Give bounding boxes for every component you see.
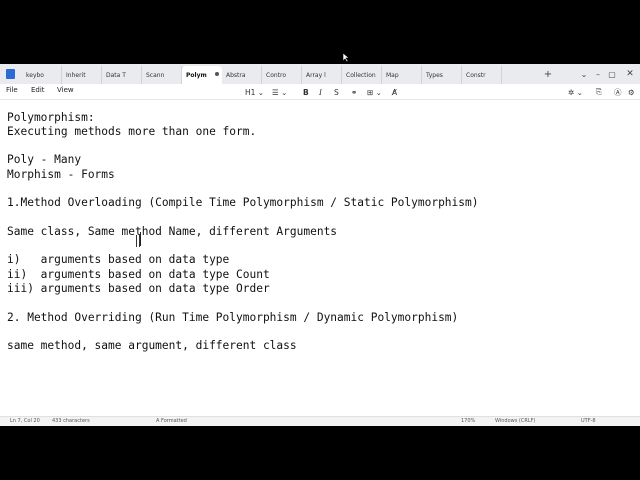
zoom-level[interactable]: 170% [461,418,475,424]
bold-button[interactable]: B [303,86,309,98]
tab-8[interactable]: Collections [342,66,382,84]
text-caret [140,232,141,246]
link-button[interactable]: ⚭ [351,86,357,98]
line-endings[interactable]: Windows (CRLF) [495,418,535,424]
settings-gear-icon[interactable]: ⚙ [628,86,635,98]
tab-7[interactable]: Array l [302,66,342,84]
document-line: 1.Method Overloading (Compile Time Polym… [7,196,479,209]
menu-bar: File Edit View H1 ⌄ ☰ ⌄ B I S ⚭ ⊞ ⌄ A̸ ✲… [0,84,640,100]
tab-label: Types [426,71,443,79]
tab-4[interactable]: Polym [182,66,222,84]
mouse-cursor-icon [342,52,350,62]
format-mode[interactable]: A Formatted [156,418,187,424]
strikethrough-button[interactable]: S [334,86,339,98]
document-line: same method, same argument, different cl… [7,339,297,352]
notepad-window: keybo Inherit Data T Scann Polym Abstra Contro… [0,64,640,426]
tab-label: Inherit [66,71,86,79]
document-line: Morphism - Forms [7,168,115,181]
text-editor[interactable]: Polymorphism: Executing methods more than… [0,101,640,413]
document-line: Executing methods more than one form. [7,125,257,138]
document-line: ii) arguments based on data type Count [7,268,270,281]
tab-bar: keybo Inherit Data T Scann Polym Abstra Contro… [0,64,640,84]
tab-6[interactable]: Contro [262,66,302,84]
encoding[interactable]: UTF-8 [581,418,596,424]
italic-button[interactable]: I [319,86,322,98]
document-line: 2. Method Overriding (Run Time Polymorph… [7,311,459,324]
close-button[interactable]: ✕ [622,64,638,84]
tab-10[interactable]: Types [422,66,462,84]
tab-label: Abstra [226,71,246,79]
letterbox-bottom [0,426,640,480]
tab-label: keybo [26,71,44,79]
tab-label: Array l [306,71,326,79]
tab-label: Data T [106,71,126,79]
tab-9[interactable]: Map [382,66,422,84]
list-dropdown-button[interactable]: ☰ ⌄ [272,86,287,98]
tab-label: Map [386,71,399,79]
unsaved-dot-icon [215,72,219,76]
letterbox-top [0,0,640,64]
tab-3[interactable]: Scann [142,66,182,84]
menu-file[interactable]: File [6,86,18,94]
tab-0[interactable]: keybo [22,66,62,84]
copilot-dropdown-button[interactable]: ✲ ⌄ [568,86,583,98]
menu-view[interactable]: View [57,86,74,94]
tab-11[interactable]: Constr [462,66,502,84]
tab-label: Scann [146,71,165,79]
account-avatar-icon[interactable]: Ⓐ [614,86,622,98]
tab-label: Collections [346,71,376,79]
table-dropdown-button[interactable]: ⊞ ⌄ [367,86,382,98]
document-line: Polymorphism: [7,111,95,124]
menu-edit[interactable]: Edit [31,86,45,94]
document-line: Poly - Many [7,153,82,166]
tab-strip: keybo Inherit Data T Scann Polym Abstra Contro… [22,66,502,84]
notepad-app-icon [3,64,17,84]
clear-formatting-button[interactable]: A̸ [392,86,397,98]
maximize-button[interactable]: ▢ [604,64,620,84]
tab-label: Polym [186,71,207,79]
ibeam-cursor-icon [136,235,140,247]
tab-1[interactable]: Inherit [62,66,102,84]
new-tab-button[interactable]: + [540,64,556,84]
tab-label: Constr [466,71,486,79]
cursor-position: Ln 7, Col 20 [10,418,40,424]
tab-label: Contro [266,71,287,79]
document-line: iii) arguments based on data type Order [7,282,270,295]
tab-list-chevron-icon[interactable]: ⌄ [578,64,590,84]
character-count: 433 characters [52,418,90,424]
tab-2[interactable]: Data T [102,66,142,84]
share-icon[interactable]: ⎘ [596,86,602,98]
document-line: Same class, Same method Name, different … [7,225,338,238]
document-line: i) arguments based on data type [7,253,230,266]
status-bar: Ln 7, Col 20 433 characters A Formatted … [0,416,640,426]
heading-dropdown-button[interactable]: H1 ⌄ [245,86,264,98]
tab-5[interactable]: Abstra [222,66,262,84]
